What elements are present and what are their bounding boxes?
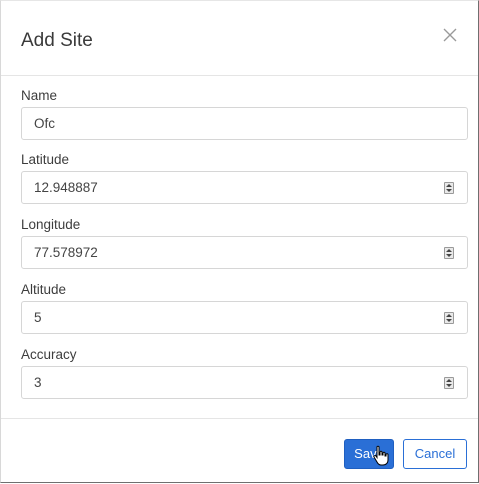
add-site-dialog: Add Site Name Ofc Latitude 12.948887 Lon… bbox=[0, 0, 479, 483]
cancel-button[interactable]: Cancel bbox=[403, 439, 467, 469]
accuracy-value: 3 bbox=[34, 375, 42, 390]
name-input[interactable]: Ofc bbox=[21, 107, 468, 140]
altitude-value: 5 bbox=[34, 310, 42, 325]
altitude-input[interactable]: 5 bbox=[21, 301, 468, 334]
longitude-input[interactable]: 77.578972 bbox=[21, 236, 468, 269]
latitude-input[interactable]: 12.948887 bbox=[21, 171, 468, 204]
name-label: Name bbox=[21, 88, 58, 103]
longitude-label: Longitude bbox=[21, 217, 81, 232]
altitude-label: Altitude bbox=[21, 282, 67, 297]
longitude-spinner-icon[interactable] bbox=[444, 247, 454, 259]
accuracy-input[interactable]: 3 bbox=[21, 366, 468, 399]
altitude-spinner-icon[interactable] bbox=[444, 312, 454, 324]
close-icon[interactable] bbox=[440, 25, 460, 45]
name-value: Ofc bbox=[34, 116, 56, 131]
longitude-value: 77.578972 bbox=[34, 245, 98, 260]
latitude-spinner-icon[interactable] bbox=[444, 182, 454, 194]
accuracy-label: Accuracy bbox=[21, 347, 77, 362]
accuracy-spinner-icon[interactable] bbox=[444, 377, 454, 389]
hand-pointer-icon bbox=[371, 445, 391, 467]
dialog-title: Add Site bbox=[21, 30, 93, 51]
latitude-value: 12.948887 bbox=[34, 180, 98, 195]
dialog-header: Add Site bbox=[1, 1, 478, 76]
latitude-label: Latitude bbox=[21, 152, 70, 167]
